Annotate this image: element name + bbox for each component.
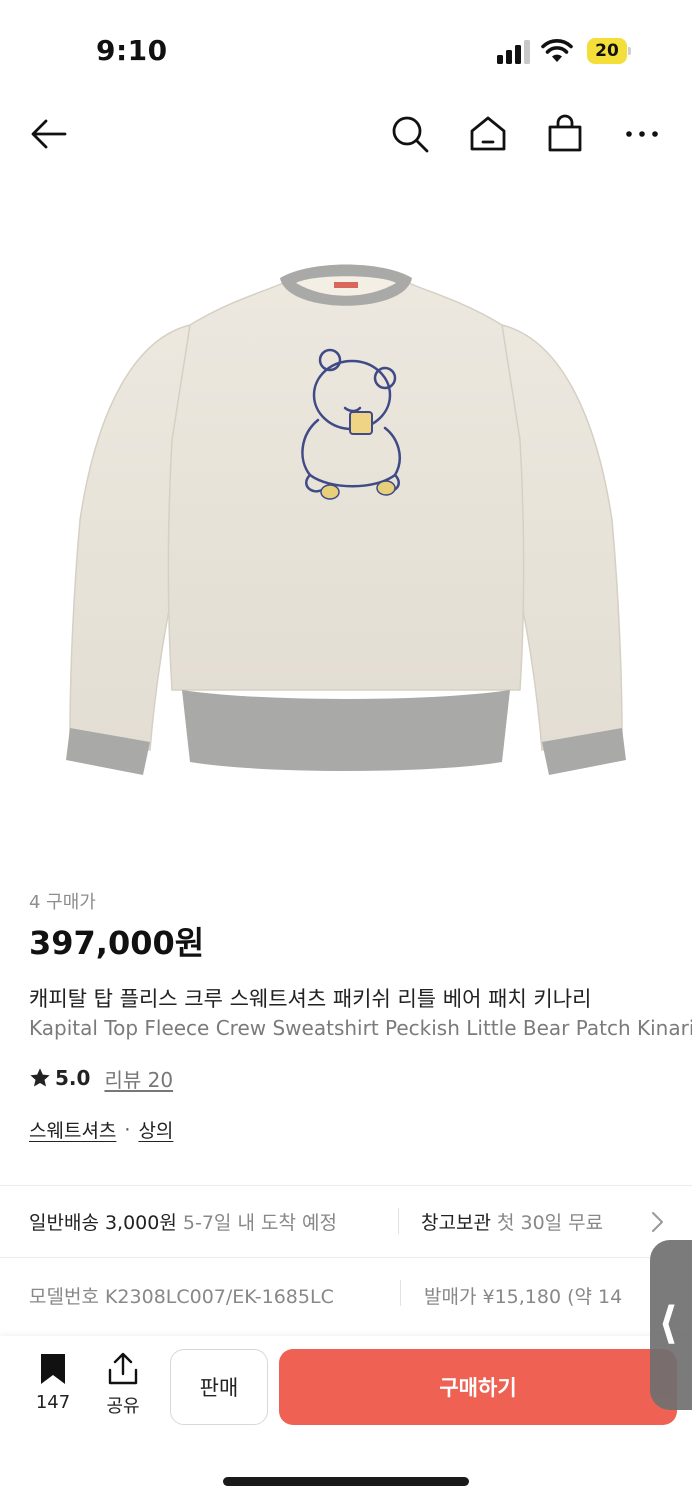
wifi-icon — [541, 39, 573, 62]
search-icon — [392, 116, 429, 153]
cart-button[interactable] — [543, 112, 587, 156]
product-title-english: Kapital Top Fleece Crew Sweatshirt Pecki… — [29, 1016, 692, 1040]
purchase-count: 4 구매가 — [29, 892, 96, 913]
standard-shipping: 일반배송 3,000원 5-7일 내 도착 예정 — [29, 1208, 337, 1235]
product-details-row: 모델번호 K2308LC007/EK-1685LC 발매가 ¥15,180 (약… — [0, 1258, 692, 1330]
share-icon — [108, 1352, 138, 1385]
more-horizontal-icon — [626, 131, 658, 137]
bookmark-icon — [41, 1354, 65, 1384]
sell-button[interactable]: 판매 — [170, 1349, 268, 1425]
rating-row: 5.0 리뷰 20 — [29, 1064, 173, 1092]
vertical-divider — [398, 1208, 399, 1234]
side-panel-handle[interactable]: ⟨ — [650, 1240, 692, 1410]
model-number-label: 모델번호 — [29, 1286, 99, 1308]
shopping-bag-icon — [548, 114, 582, 152]
cellular-signal-icon — [497, 40, 530, 64]
release-price-label: 발매가 — [424, 1286, 477, 1308]
arrow-left-icon — [31, 119, 67, 149]
bookmark-button[interactable]: 147 — [30, 1352, 76, 1413]
category-separator: · — [124, 1118, 131, 1141]
shipping-fee: 3,000원 — [104, 1212, 177, 1234]
back-button[interactable] — [27, 112, 71, 156]
star-icon — [30, 1068, 50, 1087]
model-number-value: K2308LC007/EK-1685LC — [104, 1286, 334, 1308]
category-link-tops[interactable]: 상의 — [138, 1116, 173, 1143]
storage-note: 첫 30일 무료 — [496, 1212, 604, 1234]
sweatshirt-image — [66, 264, 626, 775]
share-label: 공유 — [106, 1396, 140, 1417]
battery-nub — [628, 47, 631, 55]
home-indicator — [223, 1477, 469, 1486]
chevron-right-icon — [652, 1212, 663, 1232]
buy-button[interactable]: 구매하기 — [279, 1349, 677, 1425]
status-bar: 9:10 20 — [0, 0, 692, 100]
bookmark-count: 147 — [35, 1392, 71, 1413]
shipping-eta: 5-7일 내 도착 예정 — [182, 1212, 337, 1234]
battery-indicator: 20 — [587, 38, 631, 64]
category-link-sweatshirt[interactable]: 스웨트셔츠 — [29, 1116, 116, 1143]
rating-value: 5.0 — [55, 1066, 91, 1090]
vertical-divider — [400, 1280, 401, 1306]
product-price: 397,000원 — [29, 924, 205, 962]
search-button[interactable] — [388, 112, 432, 156]
home-button[interactable] — [466, 112, 510, 156]
home-icon — [470, 116, 506, 151]
more-button[interactable] — [620, 112, 664, 156]
warehouse-storage: 창고보관 첫 30일 무료 — [421, 1208, 603, 1235]
release-price-value: ¥15,180 (약 14 — [482, 1286, 623, 1308]
product-image[interactable] — [0, 190, 692, 850]
angle-left-icon: ⟨ — [658, 1298, 679, 1349]
status-time: 9:10 — [96, 34, 168, 67]
storage-label: 창고보관 — [421, 1212, 491, 1234]
share-button[interactable]: 공유 — [100, 1352, 146, 1418]
bottom-action-bar: 147 공유 판매 구매하기 — [0, 1336, 692, 1500]
model-number: 모델번호 K2308LC007/EK-1685LC — [29, 1282, 334, 1309]
shipping-options-row[interactable]: 일반배송 3,000원 5-7일 내 도착 예정 창고보관 첫 30일 무료 — [0, 1186, 692, 1256]
shipping-label: 일반배송 — [29, 1212, 99, 1234]
review-count-link[interactable]: 리뷰 20 — [104, 1064, 173, 1093]
product-title-korean: 캐피탈 탑 플리스 크루 스웨트셔츠 패키쉬 리틀 베어 패치 키나리 — [29, 987, 592, 1011]
category-breadcrumb: 스웨트셔츠 · 상의 — [29, 1116, 173, 1143]
battery-level: 20 — [595, 41, 619, 61]
